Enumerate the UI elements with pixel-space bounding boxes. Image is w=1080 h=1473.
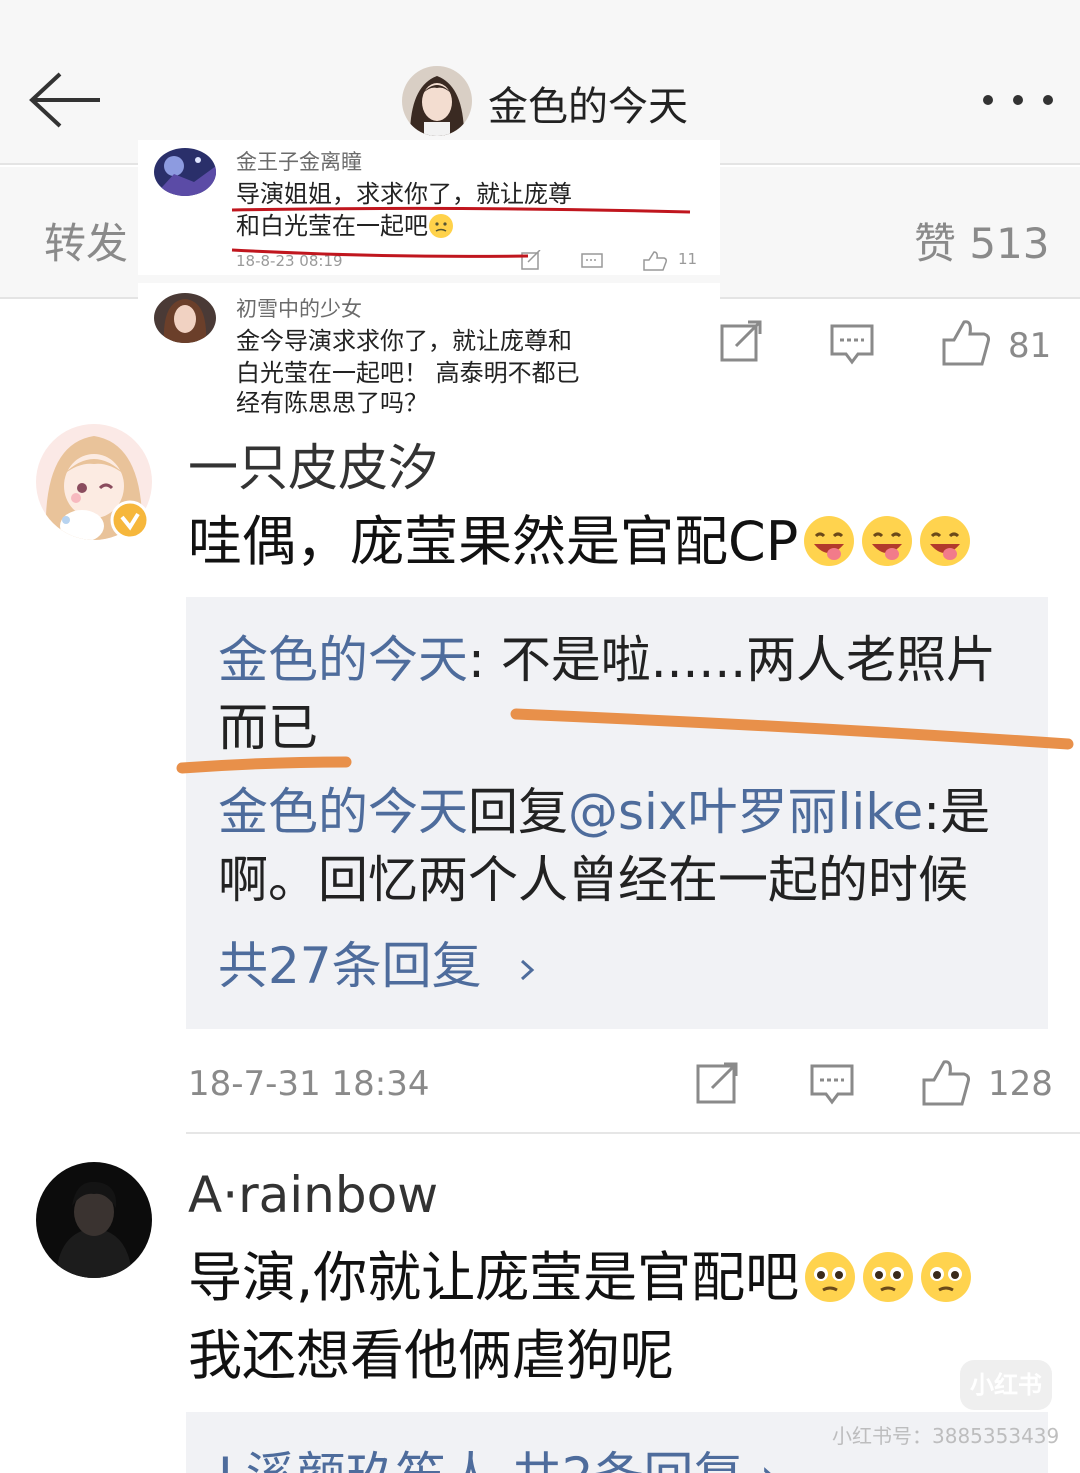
pasted-comment: 金王子金离瞳 导演姐姐，求求你了，就让庞尊 和白光莹在一起吧 18-8-23 0…: [138, 140, 720, 275]
like-count: 81: [1008, 326, 1052, 366]
reply-item-continued: 而已: [218, 699, 318, 757]
reply-icon[interactable]: [830, 324, 874, 365]
tab-likes[interactable]: 赞 513: [914, 210, 1050, 271]
comment-text-line: 导演姐姐，求求你了，就让庞尊: [236, 180, 572, 208]
chevron-right-icon: [520, 959, 534, 981]
like-thumb-icon[interactable]: [942, 320, 990, 366]
reply-icon[interactable]: [581, 253, 603, 268]
tab-forward[interactable]: 转发: [44, 210, 128, 271]
comment-text-line: 白光莹在一起吧！ 高泰明不都已: [236, 359, 580, 387]
reply-item[interactable]: 金色的今天: 不是啦......两人老照片: [218, 627, 1038, 693]
watermark-id: 小红书号：3885353439: [832, 1424, 1060, 1448]
more-replies-link[interactable]: 共27条回复: [218, 933, 1038, 999]
pleading-emoji-icon: [805, 1252, 856, 1302]
share-icon[interactable]: [696, 1062, 738, 1104]
comment-text-line: 经有陈思思了吗？: [236, 389, 428, 417]
reply-author-link[interactable]: 金色的今天: [218, 783, 468, 841]
commenter-name: 初雪中的少女: [236, 297, 362, 321]
reply-item[interactable]: 金色的今天回复@six叶罗丽like:是: [218, 779, 1038, 845]
pleading-emoji-icon: [921, 1252, 972, 1302]
share-icon[interactable]: [720, 320, 762, 362]
verified-badge-icon: [110, 500, 150, 540]
worried-emoji-icon: [429, 214, 453, 238]
comment-actions: [696, 1060, 970, 1106]
commenter-name[interactable]: A·rainbow: [188, 1166, 438, 1224]
more-replies-link[interactable]: L溪颜玖笙人 共2条回复 ›: [218, 1436, 779, 1473]
reply-author-link[interactable]: 金色的今天: [218, 631, 468, 689]
more-dots-icon[interactable]: [980, 90, 1056, 110]
commenter-name: 金王子金离瞳: [236, 150, 362, 174]
comment-text-line: 我还想看他俩虐狗呢: [188, 1324, 674, 1387]
comment-text-line: 和白光莹在一起吧: [236, 210, 706, 242]
mention-link[interactable]: @six叶罗丽like: [568, 783, 923, 841]
pleading-emoji-icon: [863, 1252, 914, 1302]
page-title: 金色的今天: [488, 84, 688, 130]
tongue-out-emoji-icon: [862, 516, 913, 566]
commenter-avatar: [154, 293, 216, 343]
comment-timestamp: 18-8-23 08:19: [236, 252, 343, 270]
back-arrow-icon[interactable]: [28, 70, 104, 130]
pasted-comment: 初雪中的少女 金今导演求求你了，就让庞尊和 白光莹在一起吧！ 高泰明不都已 经有…: [138, 283, 720, 420]
commenter-avatar[interactable]: [36, 1162, 152, 1278]
tongue-out-emoji-icon: [920, 516, 971, 566]
watermark-logo: 小红书: [960, 1360, 1052, 1410]
comment-text-line: 金今导演求求你了，就让庞尊和: [236, 327, 572, 355]
reply-icon[interactable]: [810, 1064, 854, 1105]
commenter-avatar: [154, 148, 216, 196]
reply-item-continued: 啊。回忆两个人曾经在一起的时候: [218, 851, 968, 909]
comment-timestamp: 18-7-31 18:34: [188, 1064, 430, 1104]
divider: [186, 1132, 1080, 1134]
like-thumb-icon[interactable]: [643, 251, 667, 271]
comment-text: 哇偶，庞莹果然是官配CP: [188, 506, 972, 578]
author-avatar[interactable]: [402, 66, 472, 136]
share-icon[interactable]: [521, 250, 541, 270]
tongue-out-emoji-icon: [804, 516, 855, 566]
like-count: 11: [678, 250, 698, 268]
comment-text-line: 导演,你就让庞莹是官配吧: [188, 1242, 973, 1314]
like-thumb-icon[interactable]: [922, 1060, 970, 1106]
replies-box: 金色的今天: 不是啦......两人老照片 而已 金色的今天回复@six叶罗丽l…: [186, 597, 1048, 1029]
like-count: 128: [988, 1064, 1053, 1104]
commenter-name[interactable]: 一只皮皮汐: [188, 428, 438, 500]
